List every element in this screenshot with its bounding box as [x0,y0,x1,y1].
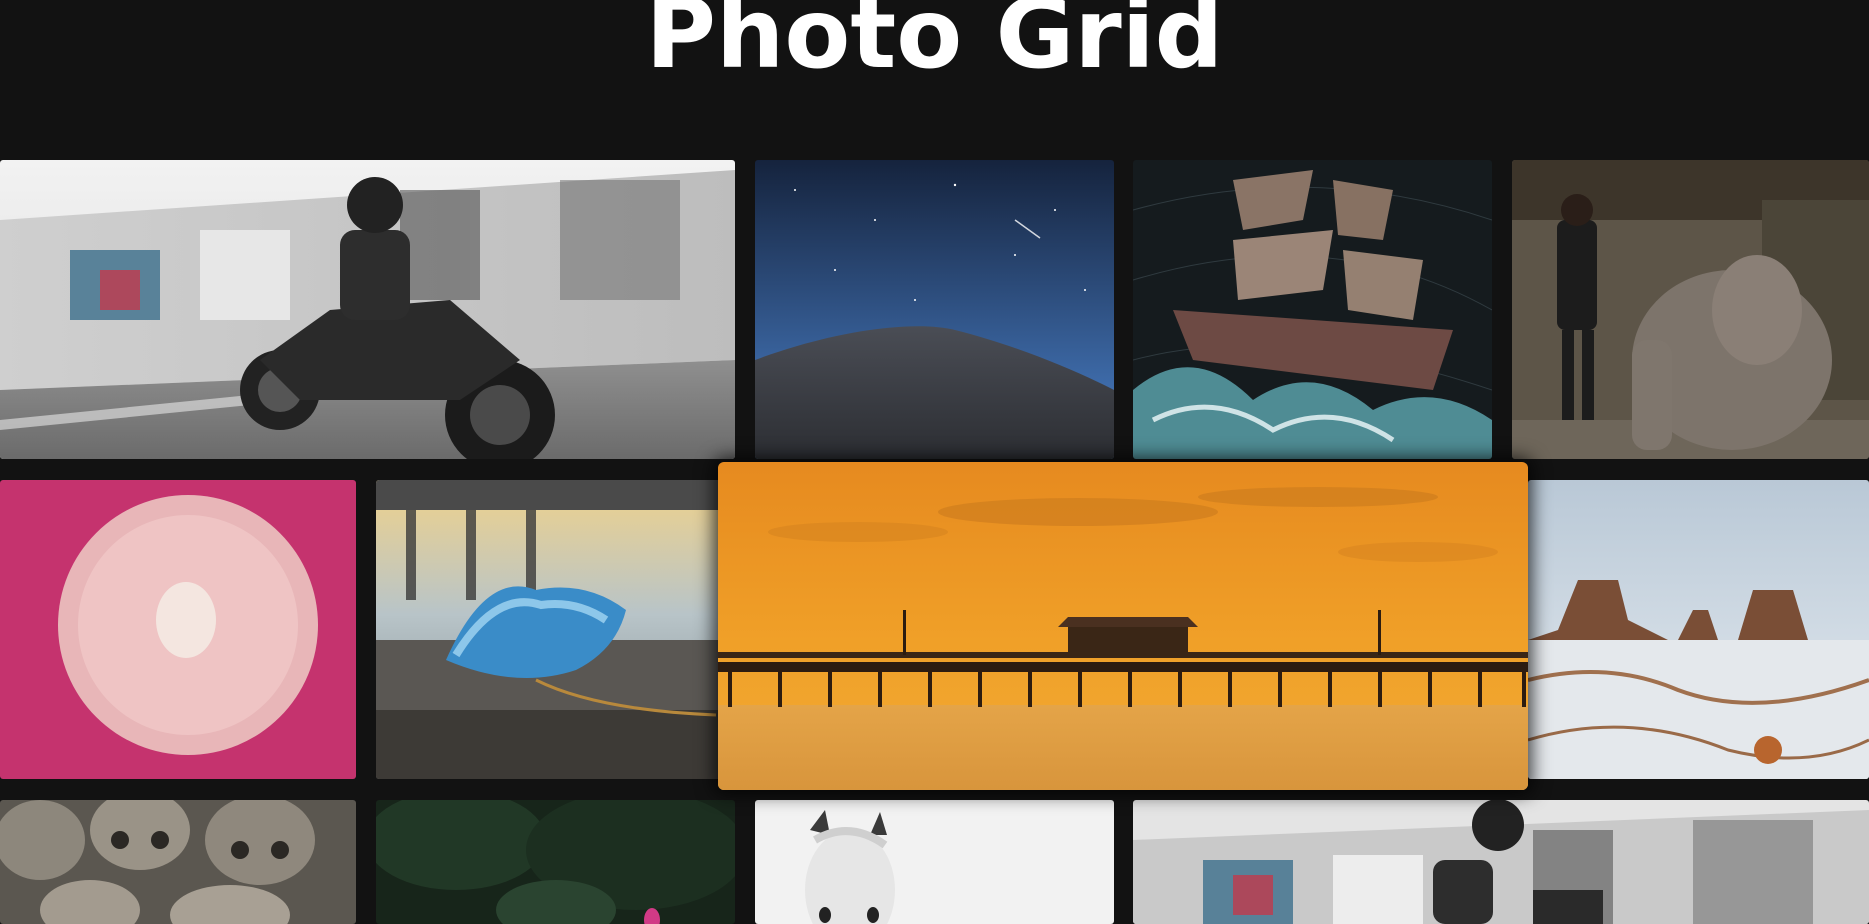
photo-pier-sunset[interactable] [718,462,1528,790]
photo-elephant[interactable] [1512,160,1869,459]
photo-ship-drawing[interactable] [1133,160,1492,459]
photo-motorcycle-2[interactable] [1133,800,1869,924]
photo-skulls[interactable] [0,800,356,924]
photo-egg-plate[interactable] [0,480,356,779]
photo-motorcycle[interactable] [0,160,735,459]
photo-snowy-buttes[interactable] [1528,480,1869,779]
page-title: Photo Grid [645,0,1224,90]
photo-jellyfish-beach[interactable] [376,480,736,779]
photo-white-horse[interactable] [755,800,1114,924]
photo-night-dune[interactable] [755,160,1114,459]
photo-dark-leaves[interactable] [376,800,735,924]
